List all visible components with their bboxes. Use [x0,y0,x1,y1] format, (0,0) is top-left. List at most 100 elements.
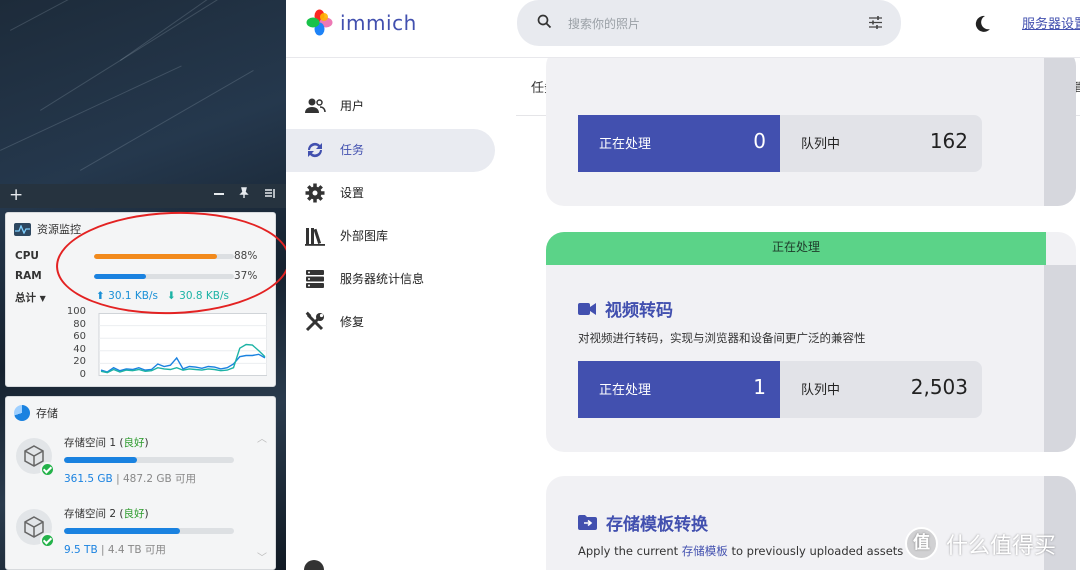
sidebar-item-external-library[interactable]: 外部图库 [286,215,495,258]
volume-icon [16,509,55,548]
cpu-bar-fill [94,254,218,259]
widget-toolbar: + [0,184,286,208]
volume-1-name: 存储空间 1 (良好) [64,437,149,449]
volume-2-bar [64,528,234,534]
volume-2-used: 9.5 TB [64,544,98,556]
storage-header: 存储 [14,405,58,421]
sidebar-item-partial[interactable] [304,560,324,570]
server-icon [306,270,324,288]
job-description-suffix: to previously uploaded assets [727,544,904,558]
resource-monitor-title: 资源监控 [37,223,81,236]
queue-box: 队列中 2,503 [780,361,982,418]
resource-monitor-header: 资源监控 [14,221,81,237]
volume-1-bar-fill [64,457,138,463]
queue-label: 队列中 [801,383,841,398]
processing-count: 1 [753,375,766,399]
job-title: 视频转码 [578,296,673,321]
job-status-banner: 正在处理 [546,232,1046,265]
cpu-bar [94,254,234,259]
job-title: 存储模板转换 [578,510,708,535]
download-rate: ⬇ 30.8 KB/s [167,290,229,302]
app-header: immich 搜索你的照片 服务器设置 [286,0,1080,58]
job-card-video-transcode: 正在处理 视频转码 对视频进行转码，实现与浏览器和设备间更广泛的兼容性 正在处理… [546,232,1076,452]
job-description: Apply the current 存储模板 to previously upl… [578,543,903,559]
upload-rate-value: 30.1 KB/s [108,290,158,302]
volume-2-free: 4.4 TB 可用 [107,544,166,556]
volume-1-label: 存储空间 1 [64,437,117,449]
chevron-down-icon: ▼ [39,294,46,303]
ram-label: RAM [15,270,42,282]
sidebar-item-label: 修复 [340,315,365,329]
volume-2-status: 良好 [123,508,145,520]
immich-flower-icon [306,9,333,36]
total-label: 总计 [15,292,36,304]
sidebar-item-label: 设置 [340,186,365,200]
folder-move-icon [578,515,597,530]
tools-icon [305,311,324,332]
library-icon [305,228,325,246]
sidebar-item-label: 用户 [340,99,365,113]
job-action-edge[interactable] [1044,58,1076,206]
gear-icon [305,183,325,203]
job-title-text: 存储模板转换 [606,515,708,535]
collapse-icon[interactable]: ︿ [257,430,267,445]
ram-percent: 37% [234,270,258,282]
upload-rate: ⬆ 30.1 KB/s [96,290,158,302]
job-card: 正在处理 0 队列中 162 [546,58,1076,206]
volume-2-name: 存储空间 2 (良好) [64,508,149,520]
processing-label: 正在处理 [599,137,652,152]
dark-mode-icon[interactable] [972,14,992,34]
main-content: 任务状态 管 正在处理 0 队列中 162 正在处理 视频转码 对视频进行转码，… [516,58,1080,570]
volume-icon [16,438,55,477]
volume-1-free: 487.2 GB 可用 [122,473,197,485]
ram-bar-fill [94,274,146,279]
site-watermark: 值 什么值得买 [905,527,1056,560]
sidebar-item-jobs[interactable]: 任务 [286,129,495,172]
volume-1-bar [64,457,234,463]
job-action-edge[interactable] [1044,265,1076,452]
watermark-text: 什么值得买 [946,533,1057,559]
sidebar-item-label: 外部图库 [340,229,389,243]
minimize-icon[interactable] [214,193,224,195]
video-camera-icon [578,302,596,315]
admin-sidebar: 用户 任务 设置 外部图库 服务器统计信息 修复 [286,58,516,570]
sidebar-item-users[interactable]: 用户 [286,85,495,128]
resource-monitor-widget: 资源监控 CPU 88% RAM 37% 总计 ▼ ⬆ 30.1 KB/s ⬇ … [5,212,276,387]
storage-template-link[interactable]: 存储模板 [682,544,728,558]
cpu-percent: 88% [234,250,258,262]
sidebar-item-label: 服务器统计信息 [340,272,425,286]
add-widget-button[interactable]: + [9,185,23,205]
search-bar[interactable]: 搜索你的照片 [517,0,901,46]
sync-icon [307,142,323,158]
healthy-check-icon [40,533,55,548]
queue-count: 162 [929,129,968,153]
processing-label: 正在处理 [599,383,652,398]
volume-1-usage: 361.5 GB | 487.2 GB 可用 [64,473,197,485]
volume-2-label: 存储空间 2 [64,508,117,520]
volume-2-bar-fill [64,528,180,534]
sidebar-item-label: 任务 [340,143,365,157]
download-rate-value: 30.8 KB/s [179,290,229,302]
search-placeholder: 搜索你的照片 [568,17,641,31]
cpu-label: CPU [15,250,39,262]
total-dropdown[interactable]: 总计 ▼ [15,290,46,305]
queue-box: 队列中 162 [780,115,982,172]
watermark-logo: 值 [905,527,938,560]
sidebar-item-server-stats[interactable]: 服务器统计信息 [286,258,495,301]
monitor-icon [14,222,31,236]
search-icon[interactable] [537,14,552,29]
search-options-icon[interactable] [868,15,883,30]
job-title-text: 视频转码 [605,301,673,321]
server-settings-link[interactable]: 服务器设置 [1022,13,1080,32]
chart-plot-area [98,313,267,376]
storage-widget: 存储 ︿ 存储空间 1 (良好) 361.5 GB | 487.2 GB 可用 … [5,396,276,570]
sidebar-item-settings[interactable]: 设置 [286,172,495,215]
volume-2-usage: 9.5 TB | 4.4 TB 可用 [64,544,166,556]
volume-1-status: 良好 [123,437,145,449]
pin-icon[interactable] [238,185,250,203]
sidebar-item-repair[interactable]: 修复 [286,301,495,344]
immich-logo[interactable]: immich [306,9,417,36]
widget-menu-icon[interactable] [264,185,276,203]
expand-icon[interactable]: ﹀ [257,549,267,564]
queue-count: 2,503 [910,375,968,399]
